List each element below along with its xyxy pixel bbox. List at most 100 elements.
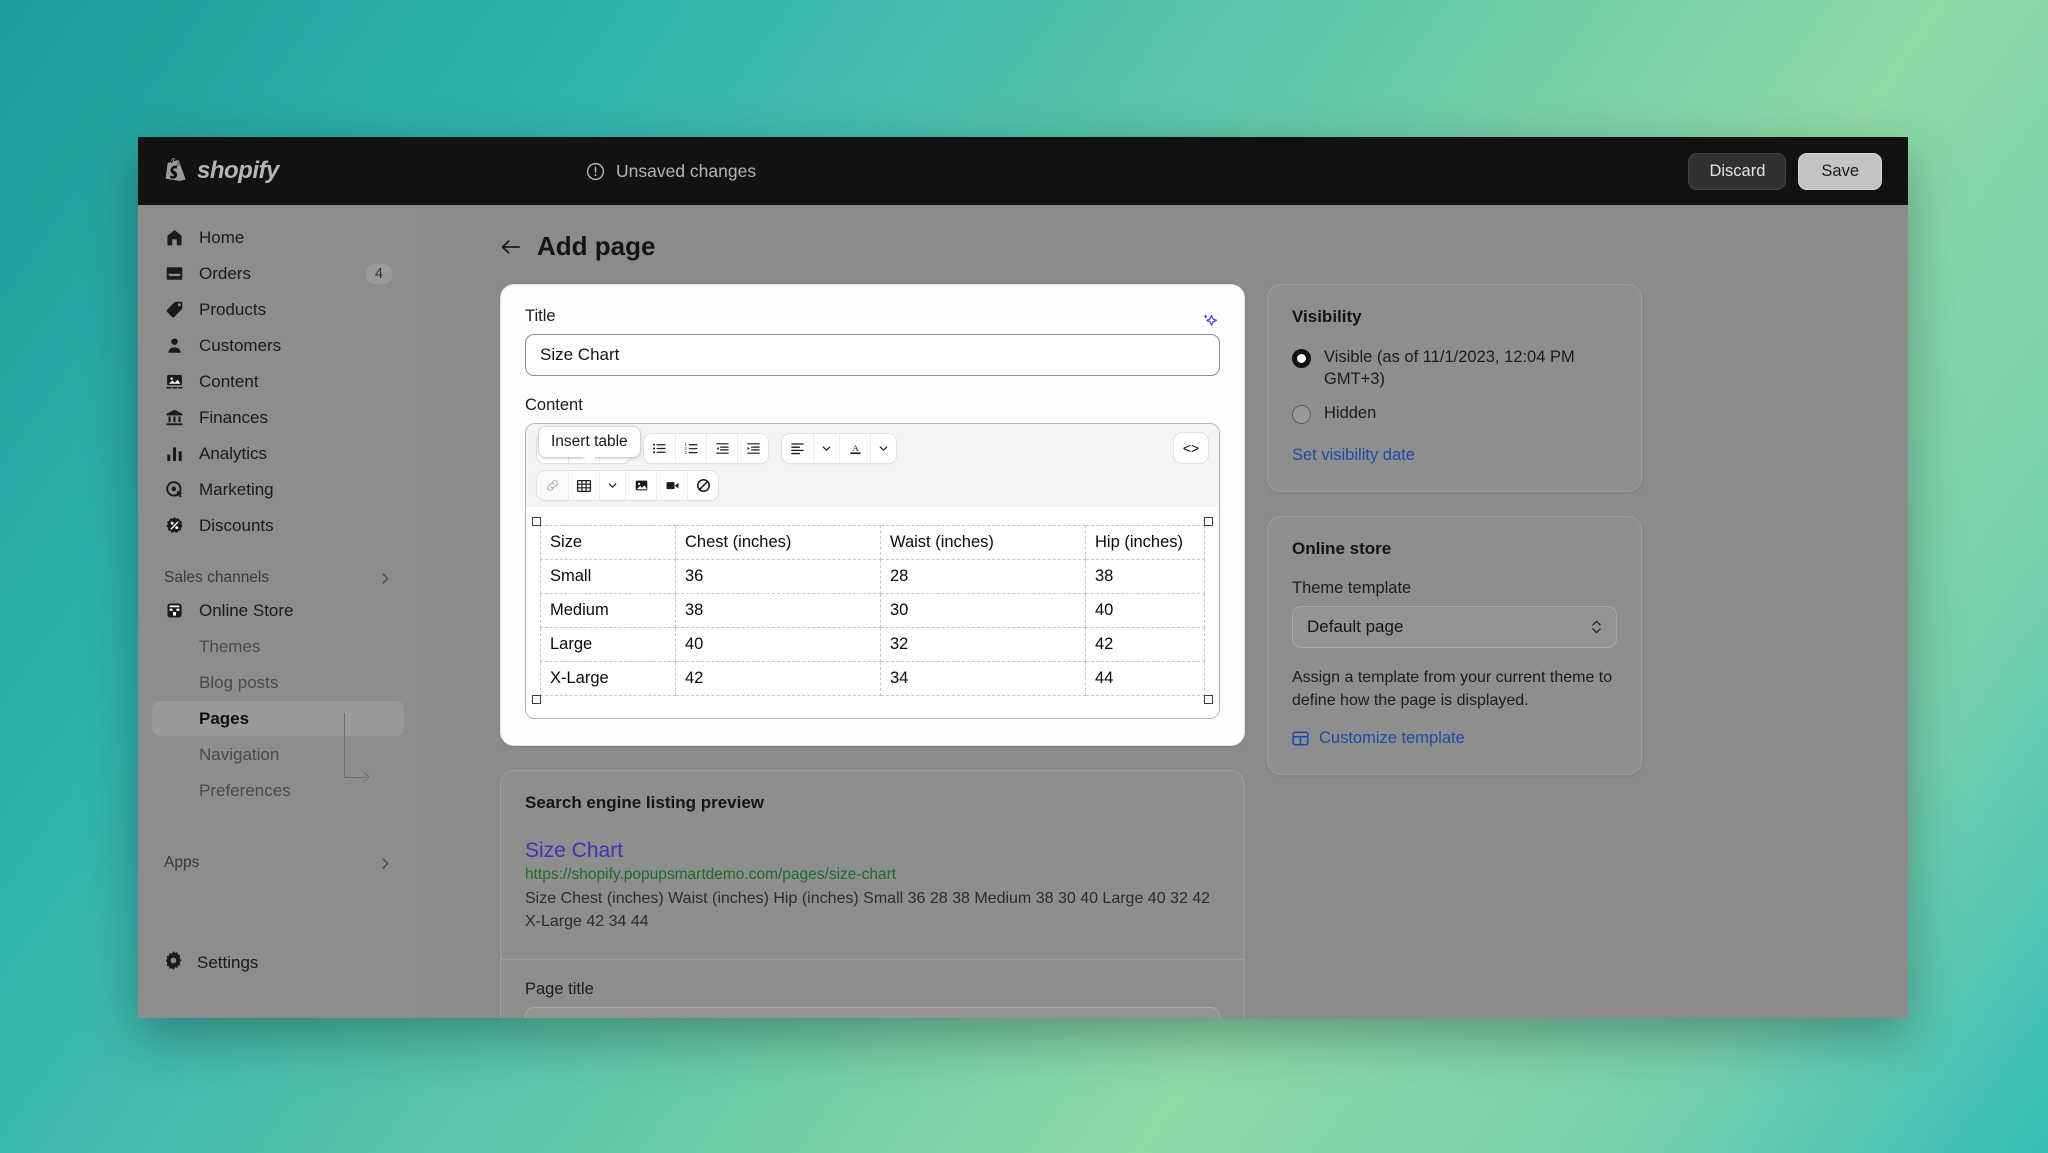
editor-toolbar: B I U — [526, 424, 1219, 507]
sidebar-label: Online Store — [199, 600, 294, 620]
table-cell[interactable]: 42 — [675, 661, 881, 696]
resize-handle-top-left[interactable] — [532, 517, 541, 526]
align-dropdown-button[interactable] — [813, 433, 839, 463]
text-color-button[interactable]: A — [839, 433, 870, 463]
sidebar-item-orders[interactable]: Orders 4 — [152, 256, 404, 291]
table-cell[interactable]: Small — [540, 559, 676, 594]
customize-template-link[interactable]: Customize template — [1292, 729, 1617, 748]
resize-handle-bottom-left[interactable] — [532, 695, 541, 704]
shopify-logo[interactable]: shopify — [138, 157, 418, 185]
save-button[interactable]: Save — [1798, 152, 1882, 190]
title-input[interactable] — [525, 334, 1220, 376]
table-cell[interactable]: Large — [540, 627, 676, 662]
outdent-button[interactable] — [706, 433, 737, 463]
table-cell[interactable]: 44 — [1085, 661, 1205, 696]
bulleted-list-button[interactable] — [644, 433, 675, 463]
gear-icon — [164, 950, 183, 975]
table-cell[interactable]: 40 — [1085, 593, 1205, 628]
sidebar-item-discounts[interactable]: Discounts — [152, 508, 404, 543]
sidebar-item-content[interactable]: Content — [152, 364, 404, 399]
page-title-field-label: Page title — [525, 980, 594, 999]
visibility-option-hidden[interactable]: Hidden — [1292, 403, 1617, 425]
set-visibility-date-link[interactable]: Set visibility date — [1292, 446, 1415, 465]
sidebar-item-navigation[interactable]: Navigation — [152, 737, 404, 772]
radio-hidden[interactable] — [1292, 404, 1311, 424]
text-color-dropdown-button[interactable] — [870, 433, 896, 463]
table-cell[interactable]: 38 — [1085, 559, 1205, 594]
sidebar-item-pages[interactable]: Pages — [152, 701, 404, 736]
ai-sparkle-icon[interactable] — [1200, 311, 1220, 331]
sidebar-sub-label: Themes — [199, 636, 261, 656]
unsaved-changes-indicator: Unsaved changes — [586, 161, 756, 182]
sidebar-label: Customers — [199, 335, 282, 355]
page-title: Add page — [537, 231, 656, 261]
apps-section-header[interactable]: Apps — [164, 854, 392, 872]
size-chart-table[interactable]: Size Chest (inches) Waist (inches) Hip (… — [540, 525, 1205, 696]
indent-button[interactable] — [737, 433, 768, 463]
table-cell[interactable]: 28 — [880, 559, 1086, 594]
sidebar-item-online-store[interactable]: Online Store — [152, 593, 404, 628]
table-cell[interactable]: 38 — [675, 593, 881, 628]
content-field-label: Content — [525, 396, 583, 414]
online-store-icon — [164, 600, 185, 621]
numbered-list-button[interactable]: 123 — [675, 433, 706, 463]
sales-channels-section-header[interactable]: Sales channels — [164, 569, 392, 587]
sales-channels-label: Sales channels — [164, 569, 270, 586]
visibility-option-visible[interactable]: Visible (as of 11/1/2023, 12:04 PM GMT+3… — [1292, 347, 1617, 391]
table-cell[interactable]: Medium — [540, 593, 676, 628]
sidebar-item-home[interactable]: Home — [152, 220, 404, 255]
table-dropdown-button[interactable] — [599, 471, 625, 500]
table-cell[interactable]: 30 — [880, 593, 1086, 628]
seo-preview-card: Search engine listing preview Size Chart… — [500, 770, 1245, 1018]
radio-visible[interactable] — [1292, 349, 1311, 368]
html-code-button[interactable]: <> — [1174, 433, 1208, 463]
table-cell[interactable]: 34 — [880, 661, 1086, 696]
sidebar-item-settings[interactable]: Settings — [152, 945, 404, 980]
align-left-icon — [791, 442, 804, 454]
orders-count-badge: 4 — [365, 263, 392, 284]
sidebar-item-marketing[interactable]: Marketing — [152, 472, 404, 507]
shopify-bag-icon — [165, 157, 186, 181]
table-cell[interactable]: Size — [540, 525, 676, 560]
table-cell[interactable]: 32 — [880, 627, 1086, 662]
visibility-card-title: Visibility — [1292, 307, 1362, 326]
insert-image-button[interactable] — [625, 471, 656, 500]
insert-link-button[interactable] — [537, 471, 568, 500]
table-cell[interactable]: Chest (inches) — [675, 525, 881, 560]
resize-handle-top-right[interactable] — [1204, 517, 1213, 526]
insert-table-button[interactable] — [568, 471, 599, 500]
table-cell[interactable]: 40 — [675, 627, 881, 662]
editor-content-area[interactable]: Size Chest (inches) Waist (inches) Hip (… — [526, 507, 1219, 718]
sidebar-item-blog-posts[interactable]: Blog posts — [152, 665, 404, 700]
table-cell[interactable]: Hip (inches) — [1085, 525, 1205, 560]
customize-template-label: Customize template — [1319, 728, 1465, 747]
sidebar-label: Orders — [199, 263, 251, 283]
theme-template-select[interactable]: Default page — [1292, 606, 1617, 649]
video-icon — [666, 482, 678, 490]
discard-button[interactable]: Discard — [1688, 152, 1787, 190]
table-cell[interactable]: 36 — [675, 559, 881, 594]
table-row: Size Chest (inches) Waist (inches) Hip (… — [540, 525, 1205, 560]
insert-video-button[interactable] — [656, 471, 687, 500]
seo-preview-title[interactable]: Size Chart — [525, 839, 1220, 863]
online-store-card-title: Online store — [1292, 539, 1392, 559]
settings-label: Settings — [197, 952, 259, 972]
sidebar-item-themes[interactable]: Themes — [152, 629, 404, 664]
table-cell[interactable]: 42 — [1085, 627, 1205, 662]
table-row: Small 36 28 38 — [540, 559, 1205, 594]
sidebar-label: Discounts — [199, 515, 274, 535]
sidebar-item-products[interactable]: Products — [152, 292, 404, 327]
table-cell[interactable]: Waist (inches) — [880, 525, 1086, 560]
sidebar-item-customers[interactable]: Customers — [152, 328, 404, 363]
page-title-input[interactable] — [525, 1007, 1220, 1018]
sidebar-item-analytics[interactable]: Analytics — [152, 436, 404, 471]
image-icon — [635, 480, 647, 491]
title-field-label: Title — [525, 307, 556, 325]
clear-formatting-button[interactable] — [687, 471, 718, 500]
table-cell[interactable]: X-Large — [540, 661, 676, 696]
resize-handle-bottom-right[interactable] — [1204, 695, 1213, 704]
sidebar-item-finances[interactable]: Finances — [152, 400, 404, 435]
selected-table-wrapper: Size Chest (inches) Waist (inches) Hip (… — [532, 517, 1213, 704]
back-arrow-icon[interactable] — [500, 238, 521, 256]
align-button[interactable] — [782, 433, 813, 463]
